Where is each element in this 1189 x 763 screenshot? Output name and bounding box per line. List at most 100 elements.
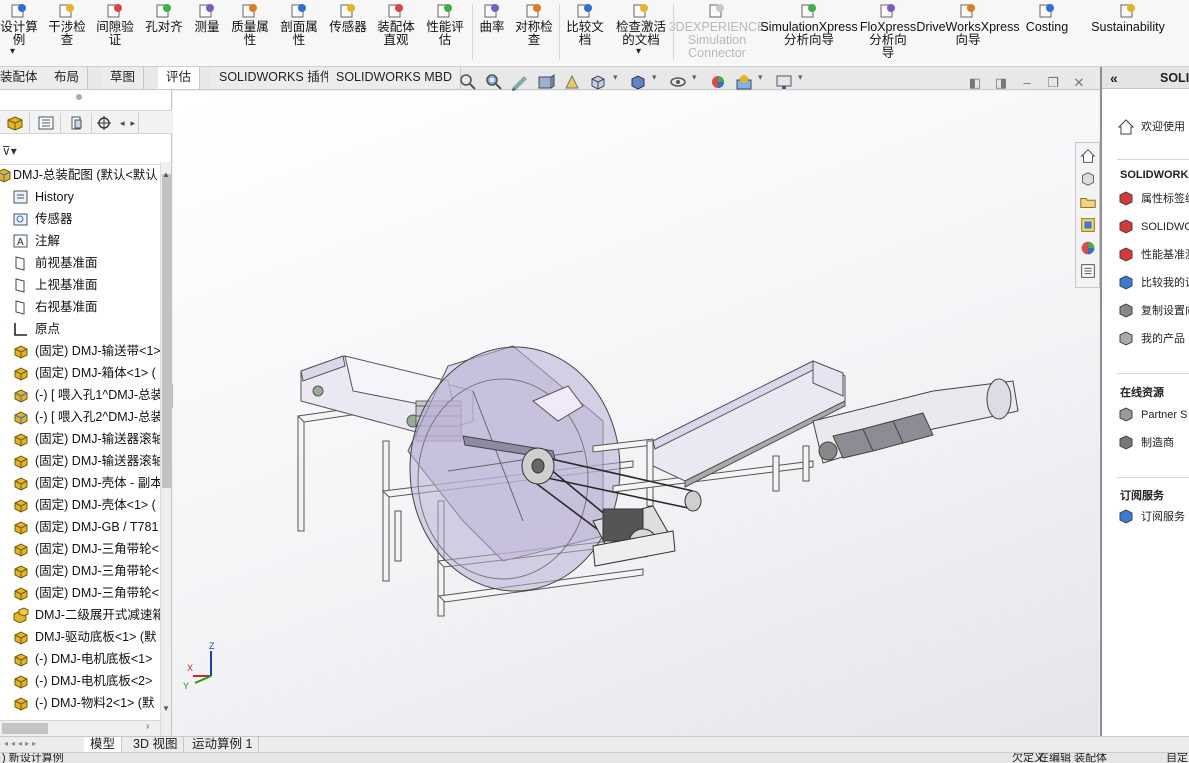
zoom-to-fit-icon[interactable] bbox=[458, 72, 478, 92]
tab-1[interactable]: 布局 bbox=[46, 67, 89, 89]
ribbon-button-interference[interactable]: 干涉检查 bbox=[44, 0, 90, 62]
tree-item[interactable]: (-) DMJ-电机底板<1> bbox=[0, 648, 160, 670]
tree-item[interactable]: DMJ-二级展开式减速箱 bbox=[0, 604, 160, 626]
chevron-down-icon[interactable]: ▾ bbox=[636, 46, 641, 57]
tab-scroll-arrows[interactable]: ◂◂◂▸▸ bbox=[4, 739, 76, 750]
tree-item[interactable]: (固定) DMJ-箱体<1> ( bbox=[0, 362, 160, 384]
tree-item[interactable]: (固定) DMJ-输送器滚轴 bbox=[0, 428, 160, 450]
tree-horizontal-scrollbar[interactable]: › bbox=[0, 720, 160, 736]
dynamic-annotation-icon[interactable] bbox=[562, 72, 582, 92]
chevron-down-icon[interactable]: ▾ bbox=[10, 46, 15, 57]
assembly-model-render[interactable]: X Z Y bbox=[173, 91, 1099, 736]
ribbon-button-design-study[interactable]: 设计算例 bbox=[0, 0, 38, 62]
ribbon-button-simxpress[interactable]: SimulationXpress 分析向导 bbox=[760, 0, 858, 62]
zoom-area-icon[interactable] bbox=[484, 72, 504, 92]
ribbon-button-floxpress[interactable]: FloXpress 分析向导 bbox=[860, 0, 916, 62]
tab-3[interactable]: 评估 bbox=[158, 67, 201, 89]
chevron-left-icon[interactable]: ◂ bbox=[120, 118, 125, 129]
appearances-icon[interactable] bbox=[1078, 238, 1098, 258]
tree-item[interactable]: (固定) DMJ-输送器滚轴 bbox=[0, 450, 160, 472]
bottom-tab-1[interactable]: 3D 视图 bbox=[127, 737, 185, 752]
tree-item[interactable]: (固定) DMJ-壳体 - 副本 bbox=[0, 472, 160, 494]
filter-icon[interactable]: ⊽▾ bbox=[2, 144, 17, 158]
tab-0[interactable]: 装配体 bbox=[0, 67, 47, 89]
ribbon-button-costing[interactable]: Costing bbox=[1022, 0, 1072, 62]
ribbon-button-performance[interactable]: 性能评估 bbox=[422, 0, 468, 62]
ribbon-button-driveworks[interactable]: DriveWorksXpress 向导 bbox=[916, 0, 1020, 62]
view-orientation-icon[interactable] bbox=[588, 72, 608, 92]
tree-item[interactable]: (固定) DMJ-GB / T781 bbox=[0, 516, 160, 538]
edit-appearance-icon[interactable] bbox=[708, 72, 728, 92]
tree-item[interactable]: 传感器 bbox=[0, 208, 160, 230]
hide-show-items-icon[interactable] bbox=[668, 72, 688, 92]
tree-item[interactable]: (-) [ 喂入孔1^DMJ-总装 bbox=[0, 384, 160, 406]
tree-item[interactable]: (固定) DMJ-三角带轮< bbox=[0, 560, 160, 582]
tree-vertical-scrollbar[interactable] bbox=[160, 162, 171, 763]
tab-5[interactable]: SOLIDWORKS MBD bbox=[328, 67, 461, 89]
minimize-icon[interactable]: – bbox=[1020, 76, 1034, 90]
previous-view-icon[interactable] bbox=[510, 72, 530, 92]
part-icon bbox=[14, 367, 28, 381]
restore-icon[interactable]: ❐ bbox=[1046, 76, 1060, 90]
view-settings-icon[interactable] bbox=[774, 72, 794, 92]
ribbon-button-clearance[interactable]: 间隙验证 bbox=[93, 0, 137, 62]
chevron-down-icon[interactable]: ▾ bbox=[798, 72, 818, 92]
panel-grip[interactable] bbox=[76, 94, 82, 100]
ribbon-button-symmetry[interactable]: 对称检查 bbox=[511, 0, 557, 62]
tree-item[interactable]: (固定) DMJ-三角带轮< bbox=[0, 538, 160, 560]
design-library-icon[interactable] bbox=[1078, 169, 1098, 189]
ribbon-button-compare[interactable]: 比较文档 bbox=[562, 0, 608, 62]
tree-item[interactable]: A 注解 bbox=[0, 230, 160, 252]
ribbon-button-3dx[interactable]: 3DEXPERIENCE Simulation Connector bbox=[669, 0, 765, 62]
tree-item[interactable]: History bbox=[0, 186, 160, 208]
home-icon[interactable] bbox=[1078, 146, 1098, 166]
scrollbar-thumb[interactable] bbox=[2, 723, 48, 734]
panel-right-icon[interactable]: ◨ bbox=[994, 76, 1008, 90]
ribbon-button-assembly-vis[interactable]: 装配体 直观 bbox=[373, 0, 419, 62]
close-icon[interactable]: ✕ bbox=[1072, 76, 1086, 90]
ribbon-button-mass-props[interactable]: 质量属性 bbox=[227, 0, 273, 62]
apply-scene-icon[interactable] bbox=[734, 72, 754, 92]
ribbon-button-sensor[interactable]: 传感器 bbox=[325, 0, 371, 62]
tree-item[interactable]: (-) [ 喂入孔2^DMJ-总装 bbox=[0, 406, 160, 428]
tree-item[interactable]: DMJ-驱动底板<1> (默 bbox=[0, 626, 160, 648]
section-solidworks-tools: SOLIDWORKS bbox=[1120, 169, 1189, 181]
section-view-icon[interactable] bbox=[536, 72, 556, 92]
ribbon-button-hole-align[interactable]: 孔对齐 bbox=[141, 0, 187, 62]
bottom-tab-2[interactable]: 运动算例 1 bbox=[186, 737, 260, 752]
dimxpert-tab[interactable]: ◂ ▸ bbox=[93, 113, 139, 133]
tree-item[interactable]: (-) DMJ-电机底板<2> bbox=[0, 670, 160, 692]
tree-item[interactable]: (-) DMJ-物料2<1> (默 bbox=[0, 692, 160, 714]
scroll-right-icon[interactable]: › bbox=[146, 721, 149, 732]
chevron-right-icon[interactable]: ▸ bbox=[131, 118, 136, 129]
display-style-icon[interactable] bbox=[628, 72, 648, 92]
ribbon-button-measure[interactable]: 测量 bbox=[189, 0, 225, 62]
scrollbar-thumb[interactable] bbox=[162, 174, 171, 488]
scroll-up-icon[interactable]: ▲ bbox=[162, 170, 170, 179]
ribbon-button-sustainability[interactable]: Sustainability bbox=[1090, 0, 1166, 62]
feature-manager-tab[interactable] bbox=[0, 113, 30, 133]
property-manager-tab[interactable] bbox=[31, 113, 61, 133]
ribbon-button-curvature[interactable]: 曲率 bbox=[475, 0, 509, 62]
tree-item[interactable]: 原点 bbox=[0, 318, 160, 340]
panel-left-icon[interactable]: ◧ bbox=[968, 76, 982, 90]
tree-item[interactable]: (固定) DMJ-壳体<1> ( bbox=[0, 494, 160, 516]
bottom-tab-0[interactable]: 模型 bbox=[84, 737, 123, 752]
collapse-double-chevron-icon[interactable]: « bbox=[1110, 67, 1118, 89]
tab-4[interactable]: SOLIDWORKS 插件 bbox=[211, 67, 342, 89]
configuration-manager-tab[interactable] bbox=[62, 113, 92, 133]
graphics-area[interactable]: X Z Y bbox=[173, 91, 1099, 736]
file-explorer-icon[interactable] bbox=[1078, 192, 1098, 212]
view-palette-icon[interactable] bbox=[1078, 215, 1098, 235]
tree-item[interactable]: (固定) DMJ-输送带<1> bbox=[0, 340, 160, 362]
custom-properties-icon[interactable] bbox=[1078, 261, 1098, 281]
tree-item[interactable]: (固定) DMJ-三角带轮< bbox=[0, 582, 160, 604]
tree-item-label: 前视基准面 bbox=[35, 256, 98, 270]
ribbon-button-section-props[interactable]: 剖面属性 bbox=[276, 0, 322, 62]
tree-item[interactable]: 上视基准面 bbox=[0, 274, 160, 296]
tree-root-assembly[interactable]: DMJ-总装配图 (默认<默认 bbox=[0, 164, 160, 186]
scroll-down-icon[interactable]: ▼ bbox=[162, 704, 170, 713]
tab-2[interactable]: 草图 bbox=[102, 67, 145, 89]
tree-item[interactable]: 右视基准面 bbox=[0, 296, 160, 318]
tree-item[interactable]: 前视基准面 bbox=[0, 252, 160, 274]
